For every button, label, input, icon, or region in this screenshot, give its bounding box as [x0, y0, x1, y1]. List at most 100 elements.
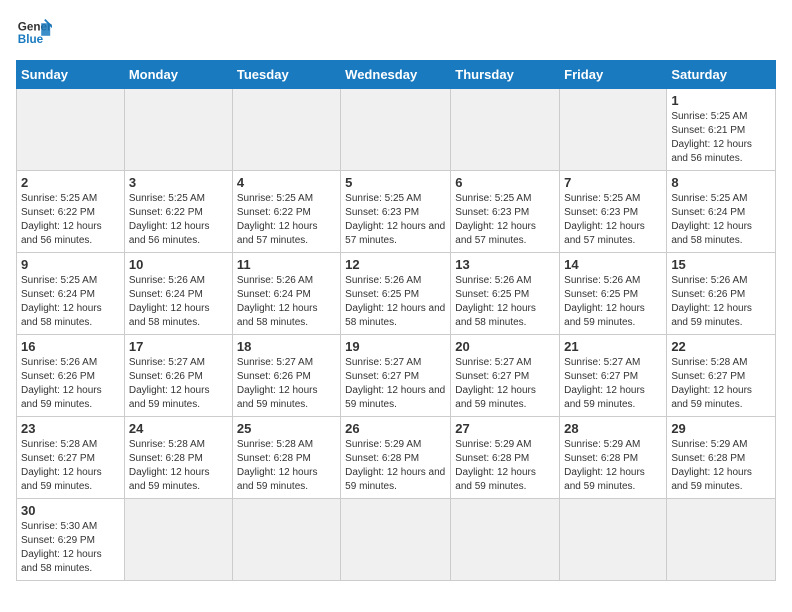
calendar-cell: 18Sunrise: 5:27 AM Sunset: 6:26 PM Dayli… [232, 335, 340, 417]
day-header-thursday: Thursday [451, 61, 560, 89]
day-info: Sunrise: 5:25 AM Sunset: 6:22 PM Dayligh… [129, 192, 228, 248]
day-info: Sunrise: 5:25 AM Sunset: 6:24 PM Dayligh… [21, 274, 120, 330]
calendar-cell: 25 Sunrise: 5:28 AM Sunset: 6:28 PM Dayli… [232, 417, 340, 499]
day-info: Sunrise: 5:26 AM Sunset: 6:26 PM Dayligh… [671, 274, 771, 330]
calendar-cell: 6Sunrise: 5:25 AM Sunset: 6:23 PM Daylig… [451, 171, 560, 253]
calendar-week-4: 23Sunrise: 5:28 AM Sunset: 6:27 PM Dayli… [17, 417, 776, 499]
calendar-cell: 4 Sunrise: 5:25 AM Sunset: 6:22 PM Daylig… [232, 171, 340, 253]
day-info: Sunrise: 5:25 AM Sunset: 6:23 PM Dayligh… [564, 192, 662, 248]
day-info: Sunrise: 5:28 AM Sunset: 6:28 PM Dayligh… [237, 438, 336, 494]
calendar-cell: 16Sunrise: 5:26 AM Sunset: 6:26 PM Dayli… [17, 335, 125, 417]
day-number: 24 [129, 421, 228, 436]
calendar-cell: 5 Sunrise: 5:25 AM Sunset: 6:23 PM Daylig… [341, 171, 451, 253]
day-number: 21 [564, 339, 662, 354]
calendar-week-1: 2 Sunrise: 5:25 AM Sunset: 6:22 PM Daylig… [17, 171, 776, 253]
calendar-cell [341, 499, 451, 581]
day-info: Sunrise: 5:28 AM Sunset: 6:27 PM Dayligh… [671, 356, 771, 412]
day-number: 10 [129, 257, 228, 272]
calendar-cell: 3 Sunrise: 5:25 AM Sunset: 6:22 PM Daylig… [124, 171, 232, 253]
day-info: Sunrise: 5:29 AM Sunset: 6:28 PM Dayligh… [345, 438, 446, 494]
header-row: SundayMondayTuesdayWednesdayThursdayFrid… [17, 61, 776, 89]
day-info: Sunrise: 5:28 AM Sunset: 6:27 PM Dayligh… [21, 438, 120, 494]
day-header-friday: Friday [560, 61, 667, 89]
calendar-cell [124, 499, 232, 581]
day-number: 8 [671, 175, 771, 190]
day-info: Sunrise: 5:27 AM Sunset: 6:27 PM Dayligh… [564, 356, 662, 412]
calendar-cell [232, 499, 340, 581]
svg-text:Blue: Blue [18, 33, 44, 46]
day-info: Sunrise: 5:25 AM Sunset: 6:23 PM Dayligh… [455, 192, 555, 248]
day-header-sunday: Sunday [17, 61, 125, 89]
calendar-cell: 28Sunrise: 5:29 AM Sunset: 6:28 PM Dayli… [560, 417, 667, 499]
calendar-cell: 30Sunrise: 5:30 AM Sunset: 6:29 PM Dayli… [17, 499, 125, 581]
calendar-cell: 29 Sunrise: 5:29 AM Sunset: 6:28 PM Dayli… [667, 417, 776, 499]
calendar-cell [667, 499, 776, 581]
calendar-week-5: 30Sunrise: 5:30 AM Sunset: 6:29 PM Dayli… [17, 499, 776, 581]
calendar-cell: 23Sunrise: 5:28 AM Sunset: 6:27 PM Dayli… [17, 417, 125, 499]
calendar-cell: 1Sunrise: 5:25 AM Sunset: 6:21 PM Daylig… [667, 89, 776, 171]
day-number: 17 [129, 339, 228, 354]
day-number: 9 [21, 257, 120, 272]
day-number: 26 [345, 421, 446, 436]
day-number: 4 [237, 175, 336, 190]
day-info: Sunrise: 5:26 AM Sunset: 6:25 PM Dayligh… [345, 274, 446, 330]
calendar-cell: 11 Sunrise: 5:26 AM Sunset: 6:24 PM Dayli… [232, 253, 340, 335]
day-number: 1 [671, 93, 771, 108]
day-number: 3 [129, 175, 228, 190]
calendar-cell: 22 Sunrise: 5:28 AM Sunset: 6:27 PM Dayli… [667, 335, 776, 417]
day-info: Sunrise: 5:25 AM Sunset: 6:23 PM Dayligh… [345, 192, 446, 248]
calendar-body: 1Sunrise: 5:25 AM Sunset: 6:21 PM Daylig… [17, 89, 776, 581]
calendar-table: SundayMondayTuesdayWednesdayThursdayFrid… [16, 60, 776, 581]
calendar-cell: 7 Sunrise: 5:25 AM Sunset: 6:23 PM Daylig… [560, 171, 667, 253]
day-number: 28 [564, 421, 662, 436]
day-number: 22 [671, 339, 771, 354]
calendar-cell [232, 89, 340, 171]
day-info: Sunrise: 5:27 AM Sunset: 6:26 PM Dayligh… [129, 356, 228, 412]
day-info: Sunrise: 5:28 AM Sunset: 6:28 PM Dayligh… [129, 438, 228, 494]
day-info: Sunrise: 5:27 AM Sunset: 6:27 PM Dayligh… [345, 356, 446, 412]
day-info: Sunrise: 5:25 AM Sunset: 6:22 PM Dayligh… [237, 192, 336, 248]
day-number: 2 [21, 175, 120, 190]
logo-icon: General Blue [16, 16, 52, 52]
day-number: 20 [455, 339, 555, 354]
day-header-tuesday: Tuesday [232, 61, 340, 89]
calendar-header: SundayMondayTuesdayWednesdayThursdayFrid… [17, 61, 776, 89]
day-info: Sunrise: 5:25 AM Sunset: 6:22 PM Dayligh… [21, 192, 120, 248]
calendar-cell [451, 499, 560, 581]
day-number: 29 [671, 421, 771, 436]
calendar-cell: 8Sunrise: 5:25 AM Sunset: 6:24 PM Daylig… [667, 171, 776, 253]
day-header-saturday: Saturday [667, 61, 776, 89]
calendar-cell: 15Sunrise: 5:26 AM Sunset: 6:26 PM Dayli… [667, 253, 776, 335]
calendar-cell: 21 Sunrise: 5:27 AM Sunset: 6:27 PM Dayli… [560, 335, 667, 417]
calendar-week-3: 16Sunrise: 5:26 AM Sunset: 6:26 PM Dayli… [17, 335, 776, 417]
calendar-cell: 26 Sunrise: 5:29 AM Sunset: 6:28 PM Dayli… [341, 417, 451, 499]
calendar-week-0: 1Sunrise: 5:25 AM Sunset: 6:21 PM Daylig… [17, 89, 776, 171]
day-header-wednesday: Wednesday [341, 61, 451, 89]
calendar-cell [17, 89, 125, 171]
day-info: Sunrise: 5:27 AM Sunset: 6:27 PM Dayligh… [455, 356, 555, 412]
calendar-cell [560, 89, 667, 171]
day-number: 19 [345, 339, 446, 354]
day-number: 7 [564, 175, 662, 190]
day-number: 11 [237, 257, 336, 272]
day-info: Sunrise: 5:26 AM Sunset: 6:25 PM Dayligh… [564, 274, 662, 330]
calendar-cell: 27Sunrise: 5:29 AM Sunset: 6:28 PM Dayli… [451, 417, 560, 499]
day-number: 16 [21, 339, 120, 354]
day-number: 25 [237, 421, 336, 436]
day-number: 30 [21, 503, 120, 518]
calendar-cell: 14Sunrise: 5:26 AM Sunset: 6:25 PM Dayli… [560, 253, 667, 335]
day-info: Sunrise: 5:27 AM Sunset: 6:26 PM Dayligh… [237, 356, 336, 412]
calendar-cell: 13Sunrise: 5:26 AM Sunset: 6:25 PM Dayli… [451, 253, 560, 335]
calendar-cell: 10 Sunrise: 5:26 AM Sunset: 6:24 PM Dayli… [124, 253, 232, 335]
day-number: 12 [345, 257, 446, 272]
day-info: Sunrise: 5:29 AM Sunset: 6:28 PM Dayligh… [671, 438, 771, 494]
calendar-cell: 12 Sunrise: 5:26 AM Sunset: 6:25 PM Dayli… [341, 253, 451, 335]
day-info: Sunrise: 5:26 AM Sunset: 6:24 PM Dayligh… [237, 274, 336, 330]
calendar-cell [560, 499, 667, 581]
day-number: 13 [455, 257, 555, 272]
day-info: Sunrise: 5:26 AM Sunset: 6:24 PM Dayligh… [129, 274, 228, 330]
day-number: 5 [345, 175, 446, 190]
day-info: Sunrise: 5:29 AM Sunset: 6:28 PM Dayligh… [455, 438, 555, 494]
calendar-cell: 17 Sunrise: 5:27 AM Sunset: 6:26 PM Dayli… [124, 335, 232, 417]
calendar-cell: 19 Sunrise: 5:27 AM Sunset: 6:27 PM Dayli… [341, 335, 451, 417]
